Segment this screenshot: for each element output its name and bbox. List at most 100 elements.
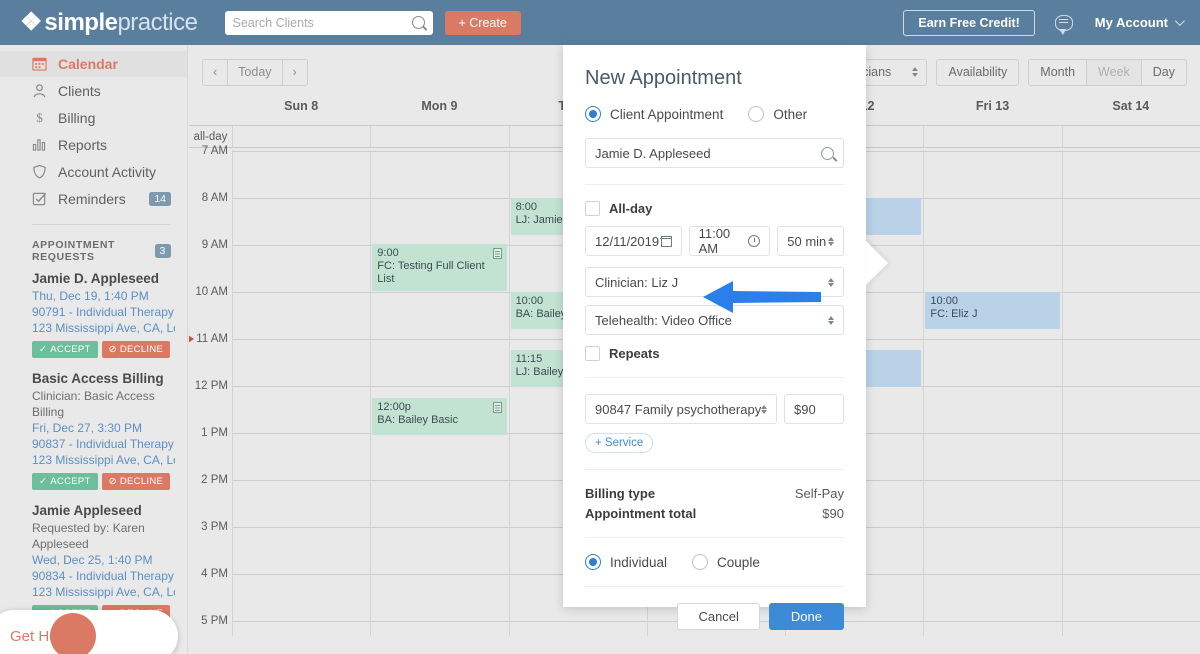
- time-field[interactable]: 11:00 AM: [688, 226, 771, 256]
- day-column[interactable]: [232, 150, 371, 636]
- chevron-down-icon: [1174, 16, 1185, 27]
- calendar-event[interactable]: 10:00 FC: Eliz J: [925, 292, 1060, 329]
- request-service-code[interactable]: 90837 - Individual Therapy: [32, 436, 175, 452]
- hour-gridline: [371, 574, 509, 575]
- date-value: 12/11/2019: [595, 233, 660, 249]
- price-value: $90: [794, 401, 816, 417]
- hour-gridline: [1062, 245, 1200, 246]
- all-day-cell[interactable]: [1061, 126, 1200, 147]
- sidebar-item-label: Account Activity: [58, 164, 157, 180]
- sidebar-item-billing[interactable]: $ Billing: [0, 105, 187, 131]
- sidebar-item-calendar[interactable]: Calendar: [0, 51, 187, 77]
- price-field[interactable]: $90: [784, 394, 844, 424]
- hour-gridline: [233, 198, 371, 199]
- event-time: 10:00: [930, 295, 958, 307]
- get-help-avatar-circle[interactable]: [50, 613, 96, 654]
- radio-couple-label: Couple: [717, 554, 760, 570]
- time-label: 5 PM: [201, 615, 228, 627]
- request-subtitle: Requested by: Karen Appleseed: [32, 521, 145, 551]
- repeats-checkbox[interactable]: [585, 346, 600, 361]
- sidebar-item-reports[interactable]: Reports: [0, 132, 187, 158]
- day-column[interactable]: 9:00 FC: Testing Full Client List 12:00p BA…: [370, 150, 509, 636]
- time-label: 3 PM: [201, 521, 228, 533]
- time-axis: 7 AM 8 AM 9 AM 10 AM 11 AM 12 PM 1 PM 2 PM 3 PM 4…: [189, 145, 232, 636]
- sidebar-item-clients[interactable]: Clients: [0, 78, 187, 104]
- time-label: 8 AM: [201, 192, 228, 204]
- all-day-checkbox[interactable]: [585, 201, 600, 216]
- search-icon: [821, 146, 834, 160]
- calendar-event[interactable]: 12:00p BA: Bailey Basic: [372, 398, 507, 435]
- client-search-field[interactable]: [585, 138, 844, 168]
- note-document-icon[interactable]: [492, 248, 502, 259]
- request-date[interactable]: Thu, Dec 19, 1:40 PM: [32, 288, 175, 304]
- today-button[interactable]: Today: [228, 59, 283, 85]
- radio-individual-label: Individual: [610, 554, 668, 570]
- accept-request-button[interactable]: ✓ACCEPT: [32, 341, 98, 358]
- earn-free-credit-button[interactable]: Earn Free Credit!: [903, 9, 1035, 36]
- accept-request-button[interactable]: ✓ACCEPT: [32, 473, 98, 490]
- date-field[interactable]: 12/11/2019: [585, 226, 682, 256]
- calendar-icon: [32, 56, 48, 72]
- view-button-week[interactable]: Week: [1087, 59, 1142, 85]
- cancel-button[interactable]: Cancel: [677, 603, 760, 630]
- clinician-select[interactable]: Clinician: Liz J: [585, 267, 844, 297]
- request-service-code[interactable]: 90791 - Individual Therapy: [32, 304, 175, 320]
- all-day-cell[interactable]: [232, 126, 370, 147]
- hour-gridline: [924, 527, 1062, 528]
- logo[interactable]: ❖ simplepractice: [20, 9, 198, 37]
- search-clients-box[interactable]: [224, 10, 433, 35]
- radio-other[interactable]: [748, 106, 765, 122]
- hour-gridline: [1062, 480, 1200, 481]
- day-column[interactable]: [1061, 150, 1200, 636]
- availability-button[interactable]: Availability: [936, 58, 1020, 86]
- sidebar-item-reminders[interactable]: Reminders 14: [0, 186, 187, 212]
- hour-gridline: [1062, 574, 1200, 575]
- prev-period-button[interactable]: ‹: [203, 59, 229, 85]
- time-value: 11:00 AM: [698, 226, 731, 256]
- decline-request-button[interactable]: ⊘DECLINE: [101, 341, 171, 358]
- appointment-request-card[interactable]: Basic Access Billing Clinician: Basic Acc…: [32, 371, 175, 503]
- request-address[interactable]: 123 Mississippi Ave, CA, Los A...: [32, 584, 175, 600]
- next-period-button[interactable]: ›: [283, 60, 307, 85]
- request-date[interactable]: Fri, Dec 27, 3:30 PM: [32, 420, 175, 436]
- request-date[interactable]: Wed, Dec 25, 1:40 PM: [32, 552, 175, 568]
- hour-gridline: [233, 386, 371, 387]
- client-input[interactable]: [595, 145, 821, 161]
- hour-gridline: [1062, 527, 1200, 528]
- appointment-requests-header: APPOINTMENT REQUESTS 3: [32, 239, 171, 263]
- chat-bubble-icon[interactable]: [1054, 14, 1073, 35]
- view-button-day[interactable]: Day: [1142, 60, 1186, 85]
- hour-gridline: [1062, 386, 1200, 387]
- divider: [585, 537, 844, 538]
- my-account-menu[interactable]: My Account: [1095, 15, 1185, 30]
- duration-field[interactable]: 50 min: [777, 226, 845, 256]
- time-label: 10 AM: [195, 286, 228, 298]
- decline-request-button[interactable]: ⊘DECLINE: [101, 473, 171, 490]
- get-help-widget[interactable]: Get Help: [0, 610, 178, 654]
- add-service-button[interactable]: + Service: [585, 433, 654, 453]
- appointment-request-card[interactable]: Jamie D. Appleseed Thu, Dec 19, 1:40 PM 90…: [32, 271, 175, 371]
- service-select[interactable]: 90847 Family psychotherapy, conj: [585, 394, 777, 424]
- sidebar-item-label: Reports: [58, 137, 108, 153]
- request-service-code[interactable]: 90834 - Individual Therapy: [32, 568, 175, 584]
- search-input[interactable]: [232, 15, 412, 30]
- radio-couple[interactable]: [692, 554, 709, 570]
- request-address[interactable]: 123 Mississippi Ave, CA, Los A...: [32, 452, 175, 468]
- create-button[interactable]: + Create: [444, 10, 521, 35]
- day-column[interactable]: 10:00 FC: Eliz J: [923, 150, 1062, 636]
- all-day-cell[interactable]: [923, 126, 1061, 147]
- calendar-event[interactable]: 9:00 FC: Testing Full Client List: [372, 244, 507, 291]
- note-document-icon[interactable]: [492, 402, 502, 413]
- hour-gridline: [371, 151, 509, 152]
- request-address[interactable]: 123 Mississippi Ave, CA, Los A...: [32, 320, 175, 336]
- radio-individual[interactable]: [585, 554, 601, 570]
- radio-client-appointment[interactable]: [585, 106, 601, 122]
- time-label: 1 PM: [201, 427, 228, 439]
- done-button[interactable]: Done: [768, 603, 844, 630]
- sidebar-item-account-activity[interactable]: Account Activity: [0, 159, 187, 185]
- location-select[interactable]: Telehealth: Video Office: [585, 305, 844, 335]
- divider: [585, 469, 844, 470]
- time-label: 7 AM: [201, 145, 228, 157]
- view-button-month[interactable]: Month: [1029, 59, 1088, 85]
- all-day-cell[interactable]: [370, 126, 508, 147]
